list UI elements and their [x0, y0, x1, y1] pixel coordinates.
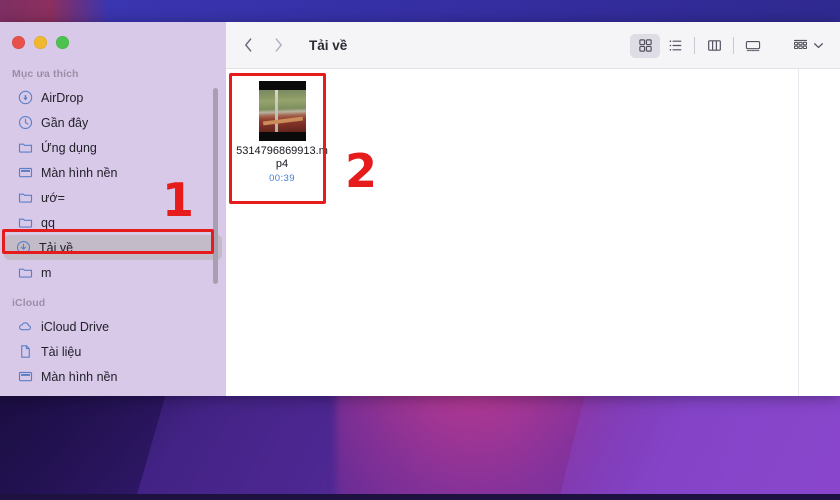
- sidebar-scrollbar[interactable]: [213, 88, 218, 284]
- folder-icon: [18, 193, 33, 203]
- page-title: Tải về: [309, 37, 348, 53]
- columns-icon: [707, 40, 721, 51]
- sidebar-item-label: Tài liệu: [41, 344, 82, 359]
- folder-icon: [18, 218, 33, 228]
- sidebar-item-airdrop[interactable]: AirDrop: [6, 85, 220, 110]
- desktop-icon: [18, 167, 33, 178]
- sidebar-item-label: Gần đây: [41, 115, 89, 130]
- sidebar-item-label: AirDrop: [41, 90, 84, 105]
- document-icon: [21, 345, 30, 358]
- sidebar-item-label: Màn hình nền: [41, 369, 118, 384]
- sidebar-item-recents[interactable]: Gần đây: [6, 110, 220, 135]
- annotation-box-file: [229, 73, 326, 204]
- navigation-buttons: [243, 36, 284, 54]
- sidebar-item-icloud-desktop[interactable]: Màn hình nền: [6, 364, 220, 389]
- group-grid-icon: [793, 39, 808, 50]
- annotation-number-2: 2: [345, 144, 378, 198]
- sidebar-section-header-favorites: Mục ưa thích: [12, 68, 79, 80]
- chevron-left-icon[interactable]: [243, 36, 254, 54]
- maximize-button[interactable]: [56, 36, 69, 49]
- gallery-icon: [745, 40, 761, 51]
- wallpaper-bottom-edge: [0, 494, 840, 500]
- clock-icon: [18, 115, 33, 130]
- column-divider: [798, 69, 799, 396]
- toolbar-divider: [733, 37, 734, 54]
- airdrop-icon: [18, 90, 33, 105]
- annotation-box-sidebar: [2, 229, 214, 254]
- folder-icon: [18, 143, 33, 153]
- sidebar-item-icloud-drive[interactable]: iCloud Drive: [6, 314, 220, 339]
- list-icon: [669, 40, 681, 51]
- sidebar-item-label: Được chia sẻ: [41, 395, 116, 397]
- chevron-right-icon[interactable]: [273, 36, 284, 54]
- grid-icon: [638, 39, 652, 52]
- sidebar-item-applications[interactable]: Ứng dụng: [6, 135, 220, 160]
- toolbar-divider: [694, 37, 695, 54]
- desktop-icon: [18, 371, 33, 382]
- toolbar: Tải về: [226, 22, 840, 69]
- sidebar-item-label: ướ=: [41, 190, 65, 205]
- wallpaper-top-strip: [0, 0, 840, 22]
- sidebar-item-documents[interactable]: Tài liệu: [6, 339, 220, 364]
- group-by-button[interactable]: [792, 22, 824, 69]
- icon-view-button[interactable]: [630, 33, 660, 58]
- sidebar-item-label: qq: [41, 215, 55, 230]
- column-view-button[interactable]: [699, 34, 729, 58]
- shared-folder-icon: [18, 394, 33, 396]
- sidebar-item-m[interactable]: m: [6, 260, 220, 285]
- gallery-view-button[interactable]: [738, 34, 768, 58]
- sidebar-item-label: Ứng dụng: [41, 140, 97, 155]
- folder-icon: [18, 268, 33, 278]
- sidebar-item-label: Màn hình nền: [41, 165, 118, 180]
- chevron-down-icon: [814, 43, 823, 49]
- finder-window: Mục ưa thích AirDrop Gần đây Ứng dụng Mà…: [0, 22, 840, 396]
- minimize-button[interactable]: [34, 36, 47, 49]
- close-button[interactable]: [12, 36, 25, 49]
- cloud-icon: [19, 322, 31, 331]
- sidebar-item-label: iCloud Drive: [41, 319, 110, 334]
- sidebar-item-shared[interactable]: Được chia sẻ: [6, 389, 220, 397]
- sidebar-item-label: m: [41, 265, 52, 280]
- annotation-number-1: 1: [162, 173, 195, 227]
- list-view-button[interactable]: [660, 34, 690, 58]
- view-mode-buttons: [630, 22, 768, 69]
- window-controls: [12, 36, 69, 49]
- sidebar-section-header-icloud: iCloud: [12, 297, 46, 309]
